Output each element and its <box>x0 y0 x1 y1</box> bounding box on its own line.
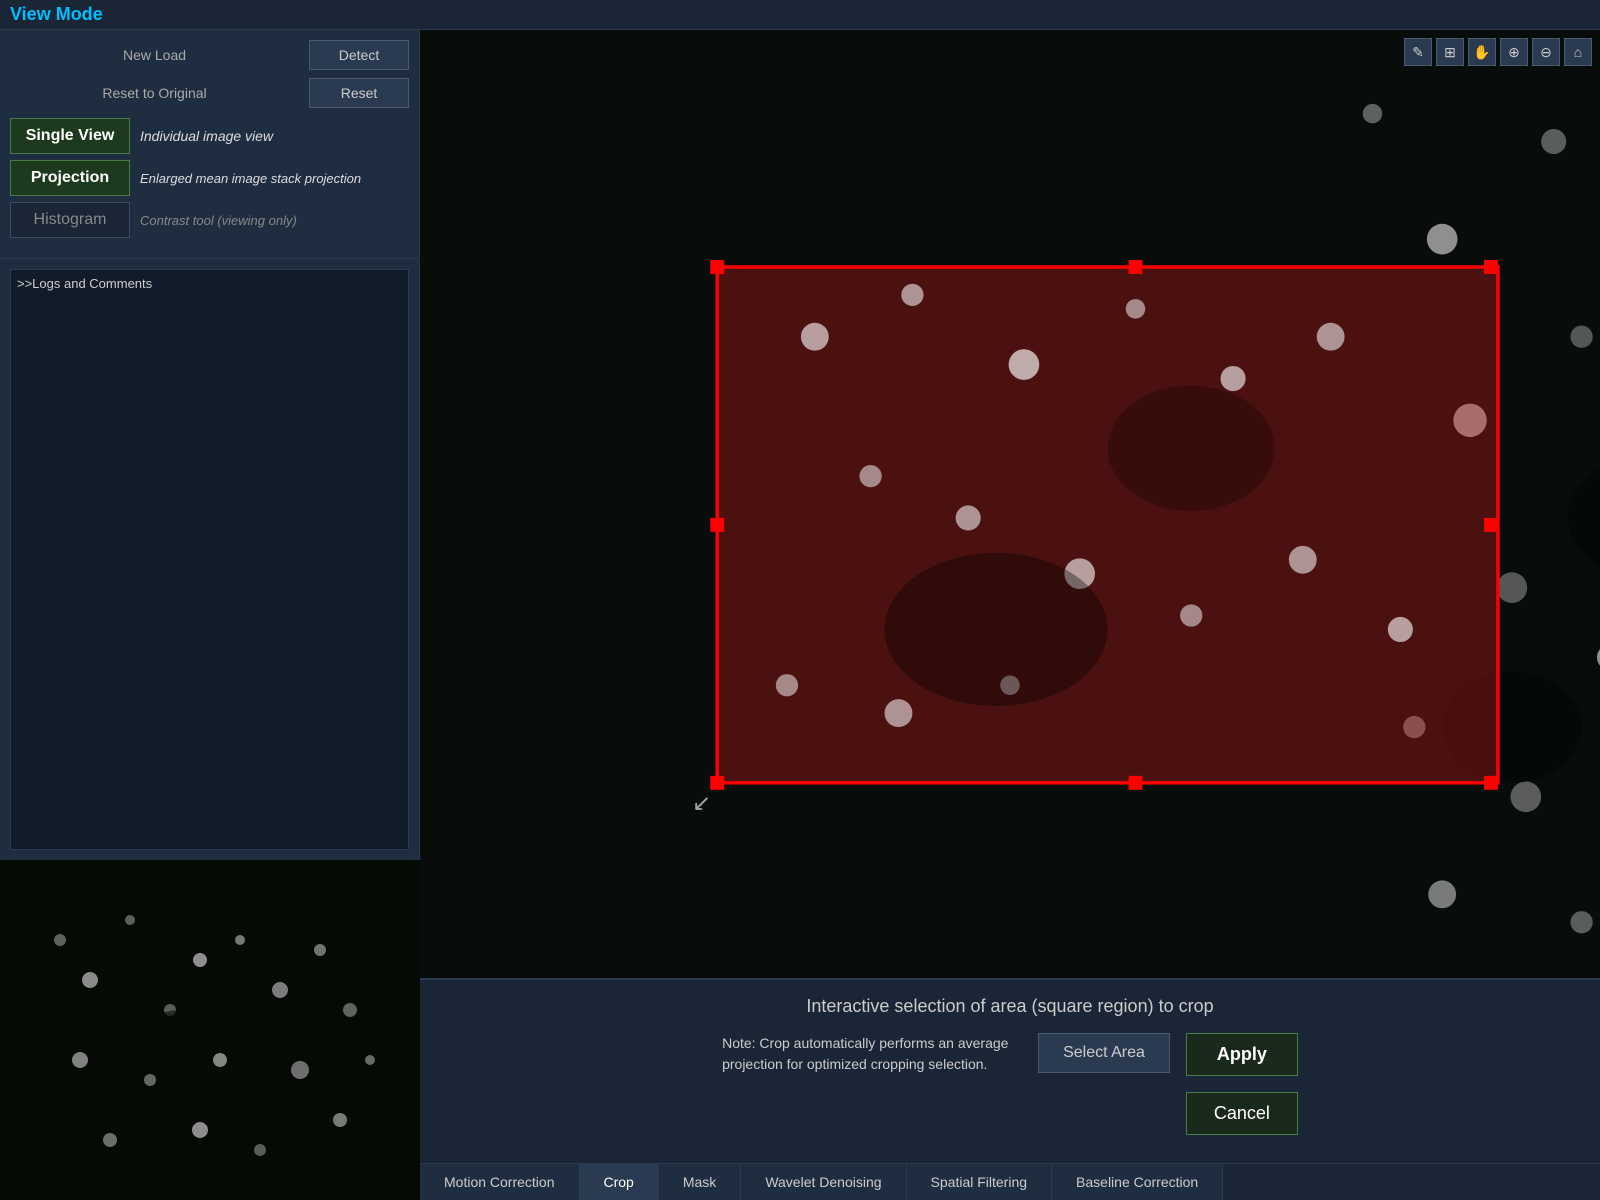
title-bar: View Mode <box>0 0 1600 30</box>
tab-baseline-correction[interactable]: Baseline Correction <box>1052 1164 1223 1200</box>
reset-row: Reset to Original Reset <box>10 78 409 108</box>
single-view-row: Single View Individual image view <box>10 118 409 154</box>
svg-text:↙: ↙ <box>692 791 711 816</box>
tab-mask[interactable]: Mask <box>659 1164 741 1200</box>
app-title: View Mode <box>10 4 103 24</box>
reset-to-original-label: Reset to Original <box>10 85 299 101</box>
right-panel: ✎ ⊞ ✋ ⊕ ⊖ ⌂ <box>420 30 1600 1200</box>
left-panel: New Load Detect Reset to Original Reset … <box>0 30 420 1200</box>
image-area: ✎ ⊞ ✋ ⊕ ⊖ ⌂ <box>420 30 1600 978</box>
hand-icon[interactable]: ✋ <box>1468 38 1496 66</box>
reset-button[interactable]: Reset <box>309 78 409 108</box>
main-layout: New Load Detect Reset to Original Reset … <box>0 30 1600 1200</box>
projection-desc-block: Enlarged mean image stack projection <box>140 171 361 186</box>
thumbnail-image <box>0 860 420 1200</box>
histogram-button[interactable]: Histogram <box>10 202 130 238</box>
tab-spatial-filtering[interactable]: Spatial Filtering <box>907 1164 1053 1200</box>
view-mode-buttons: Single View Individual image view Projec… <box>10 118 409 238</box>
crop-controls: Note: Crop automatically performs an ave… <box>450 1033 1570 1135</box>
new-load-label: New Load <box>10 47 299 63</box>
zoom-out-icon[interactable]: ⊖ <box>1532 38 1560 66</box>
draw-icon[interactable]: ✎ <box>1404 38 1432 66</box>
select-area-button[interactable]: Select Area <box>1038 1033 1170 1073</box>
projection-button[interactable]: Projection <box>10 160 130 196</box>
crop-note-block: Note: Crop automatically performs an ave… <box>722 1033 1022 1075</box>
projection-desc: Enlarged mean image stack projection <box>140 171 361 186</box>
projection-row: Projection Enlarged mean image stack pro… <box>10 160 409 196</box>
detect-button[interactable]: Detect <box>309 40 409 70</box>
toolbar-top-right: ✎ ⊞ ✋ ⊕ ⊖ ⌂ <box>1404 38 1592 66</box>
cancel-button[interactable]: Cancel <box>1186 1092 1298 1135</box>
tab-wavelet-denoising[interactable]: Wavelet Denoising <box>741 1164 906 1200</box>
single-view-desc: Individual image view <box>140 128 273 144</box>
logs-area[interactable]: >>Logs and Comments <box>10 269 409 850</box>
crop-panel-title: Interactive selection of area (square re… <box>450 996 1570 1017</box>
crop-note: Note: Crop automatically performs an ave… <box>722 1033 1022 1075</box>
main-image: ↙ <box>420 30 1600 978</box>
logs-label: >>Logs and Comments <box>17 276 152 291</box>
new-load-row: New Load Detect <box>10 40 409 70</box>
apply-button[interactable]: Apply <box>1186 1033 1298 1076</box>
crop-panel: Interactive selection of area (square re… <box>420 978 1600 1163</box>
thumbnail-area <box>0 860 420 1200</box>
contrast-tool-desc: Contrast tool (viewing only) <box>140 213 297 228</box>
single-view-button[interactable]: Single View <box>10 118 130 154</box>
zoom-in-icon[interactable]: ⊕ <box>1500 38 1528 66</box>
tab-motion-correction[interactable]: Motion Correction <box>420 1164 580 1200</box>
histogram-row: Histogram Contrast tool (viewing only) <box>10 202 409 238</box>
grid-icon[interactable]: ⊞ <box>1436 38 1464 66</box>
home-icon[interactable]: ⌂ <box>1564 38 1592 66</box>
apply-cancel-group: Apply Cancel <box>1186 1033 1298 1135</box>
tab-crop[interactable]: Crop <box>580 1164 659 1200</box>
left-top-controls: New Load Detect Reset to Original Reset … <box>0 30 419 259</box>
tab-bar: Motion Correction Crop Mask Wavelet Deno… <box>420 1163 1600 1200</box>
